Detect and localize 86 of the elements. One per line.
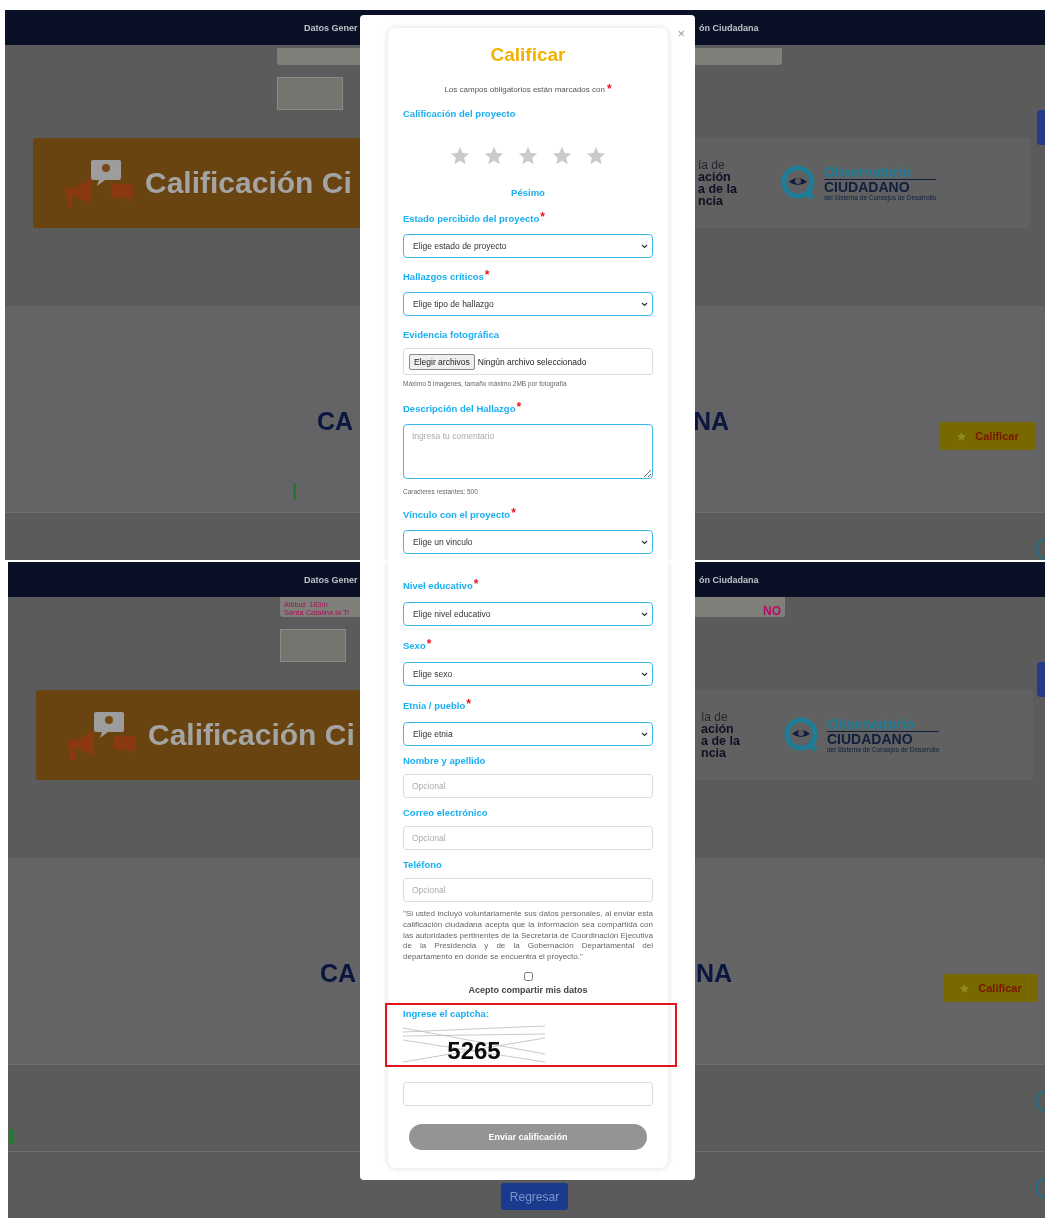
partner-logo-text: a de la — [698, 183, 738, 195]
photo-placeholder[interactable] — [280, 629, 346, 662]
select-field[interactable]: Elige sexo — [403, 662, 653, 686]
section-heading: CA — [320, 958, 357, 988]
rating-caption: Pésimo — [510, 186, 546, 200]
select-field[interactable]: Elige nivel educativo — [403, 602, 653, 626]
status-bar-mark — [10, 1129, 13, 1144]
status-bar-mark — [293, 483, 296, 500]
field-label: Vínculo con el proyecto — [403, 508, 511, 522]
field-label: Estado percibido del proyecto — [403, 212, 540, 226]
logo-text: Observatorio — [827, 716, 916, 731]
chevron-down-icon — [641, 671, 648, 677]
text-field[interactable]: Opcional — [403, 878, 653, 902]
required-mark: * — [473, 579, 479, 589]
field-label: Descripción del Hallazgo — [403, 402, 516, 416]
required-mark: * — [466, 699, 471, 709]
field-label: Evidencia fotográfica — [403, 328, 500, 342]
megaphone-speech-drawing — [66, 710, 138, 760]
captcha-field[interactable] — [403, 1082, 653, 1106]
captcha-label: Ingrese el captcha: — [403, 1007, 491, 1021]
nav-link[interactable]: Datos Gener — [304, 574, 364, 585]
file-status-text: Ningún archivo seleccionado — [477, 356, 587, 367]
privacy-notice: "Si usted incluyó voluntariamente sus datos personales, al enviar esta calificación ciudadana acepta que la información sea compartida con las autoridades pertinentes de la Secretaría de Coordinación Ejecutiva de la Presidencia y de la Gobernación Departamental del departamento en donde se encuentra el proyecto." — [403, 909, 653, 963]
banner-title: Calificación Ci — [145, 166, 352, 200]
modal-title: Calificar — [489, 44, 567, 66]
text-field[interactable]: Opcional — [403, 774, 653, 798]
chevron-down-icon — [641, 301, 648, 307]
select-field[interactable]: Elige un vinculo — [403, 530, 653, 554]
chevron-down-icon — [641, 731, 648, 737]
required-note: Los campos obligatorios están marcados con — [444, 84, 605, 96]
partner-logo-text: ncia — [698, 195, 724, 207]
section-heading: CA — [317, 406, 354, 436]
field-label: Sexo — [403, 639, 426, 653]
required-mark: * — [484, 270, 490, 280]
field-label: Etnia / pueblo — [403, 699, 466, 713]
consent-checkbox[interactable] — [523, 972, 533, 981]
star-icon[interactable] — [449, 145, 471, 167]
partner-logo-text: ación — [698, 171, 732, 183]
megaphone-speech-drawing — [63, 158, 135, 208]
choose-files-button[interactable]: Elegir archivos — [409, 353, 475, 370]
partner-logo-text: a de la — [701, 735, 741, 747]
banner-title: Calificación Ci — [148, 718, 355, 752]
text-field[interactable]: Opcional — [403, 826, 653, 850]
field-label: Nivel educativo — [403, 579, 473, 593]
side-tab[interactable] — [1037, 110, 1045, 145]
chevron-down-icon — [641, 243, 648, 249]
chevron-down-icon — [641, 611, 648, 617]
select-field[interactable]: Elige tipo de hallazgo — [403, 292, 653, 316]
required-mark: * — [606, 84, 612, 94]
logo-text: CIUDADANO — [824, 178, 937, 194]
star-icon — [959, 982, 971, 994]
required-mark: * — [540, 212, 545, 222]
partner-logo-text: ía de — [698, 159, 726, 171]
field-label: Hallazgos críticos — [403, 270, 484, 284]
star-icon[interactable] — [551, 145, 573, 167]
photo-stamp-text: NO — [763, 605, 781, 617]
logo-text: Observatorio — [824, 164, 913, 179]
partner-logo-text: ación — [701, 723, 735, 735]
select-field[interactable]: Elige estado de proyecto — [403, 234, 653, 258]
star-icon[interactable] — [517, 145, 539, 167]
consent-label: Acepto compartir mis datos — [467, 984, 589, 996]
nav-link[interactable]: ón Ciudadana — [699, 22, 1045, 33]
section-heading: NA — [696, 958, 733, 988]
field-label: Correo electrónico — [403, 806, 488, 820]
star-icon[interactable] — [585, 145, 607, 167]
partner-logo-text: ía de — [701, 711, 729, 723]
comment-field[interactable]: Ingresa tu comentario — [403, 424, 653, 479]
required-mark: * — [516, 402, 522, 412]
star-icon[interactable] — [483, 145, 505, 167]
required-mark: * — [511, 508, 516, 518]
side-tab[interactable] — [1037, 662, 1045, 697]
required-mark: * — [426, 639, 432, 649]
select-field[interactable]: Elige etnia — [403, 722, 653, 746]
star-icon — [956, 430, 968, 442]
chevron-down-icon — [641, 539, 648, 545]
logo-text: CIUDADANO — [827, 730, 940, 746]
field-label: Teléfono — [403, 858, 442, 872]
partner-logo-text: ncia — [701, 747, 727, 759]
nav-link[interactable]: ón Ciudadana — [699, 574, 1045, 585]
section-heading: NA — [693, 406, 730, 436]
rating-label: Calificación del proyecto — [403, 107, 517, 121]
nav-link[interactable]: Datos Gener — [304, 22, 364, 33]
captcha-code: 5265 — [447, 1038, 501, 1064]
photo-placeholder[interactable] — [277, 77, 343, 110]
file-input-field[interactable]: Elegir archivos Ningún archivo seleccionado — [403, 348, 653, 375]
field-label: Nombre y apellido — [403, 754, 486, 768]
